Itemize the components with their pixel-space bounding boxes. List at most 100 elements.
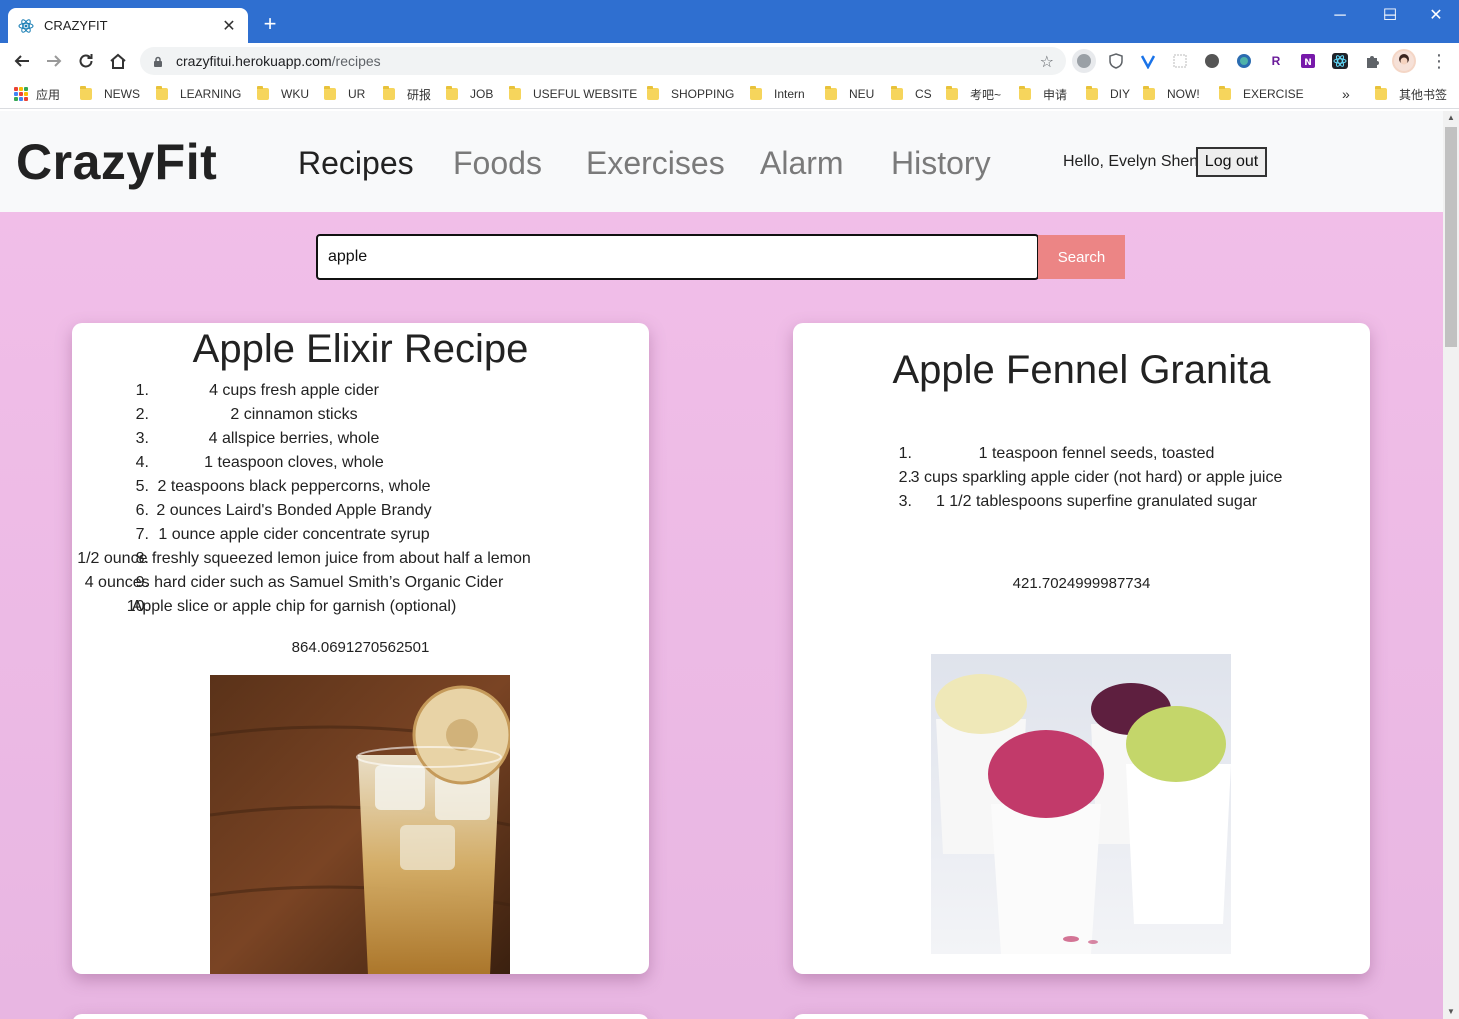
puzzle-icon[interactable] <box>1360 49 1384 73</box>
new-tab-button[interactable]: + <box>258 12 282 36</box>
bookmark-label: NOW! <box>1167 87 1200 101</box>
bookmark-folder[interactable]: SHOPPING <box>647 85 734 103</box>
bookmark-label: Intern <box>774 87 805 101</box>
browser-tab[interactable]: CRAZYFIT ✕ <box>8 8 248 43</box>
bookmarks-bar: 应用 NEWS LEARNING WKU UR 研报 JOB USEFUL WE… <box>0 79 1459 109</box>
nav-link-alarm[interactable]: Alarm <box>760 145 844 182</box>
address-bar[interactable]: crazyfitui.herokuapp.com/recipes ☆ <box>140 47 1066 75</box>
folder-icon <box>257 86 269 100</box>
nav-link-recipes[interactable]: Recipes <box>298 145 414 182</box>
recipe-title: Apple Fennel Granita <box>892 348 1271 392</box>
folder-icon <box>383 86 395 100</box>
bookmark-folder[interactable]: NEWS <box>80 85 140 103</box>
bookmark-folder[interactable]: 考吧~ <box>946 85 1001 103</box>
ingredient-text: 1 1/2 tablespoons superfine granulated s… <box>935 493 1258 510</box>
ingredient-item: 1. 4 cups fresh apple cider <box>72 379 649 403</box>
folder-icon <box>509 86 521 100</box>
extension-heart-icon[interactable] <box>1136 49 1160 73</box>
maximize-icon[interactable]: ☐ <box>1367 4 1413 28</box>
ingredient-item: 5. 2 teaspoons black peppercorns, whole <box>72 475 649 499</box>
nav-link-exercises[interactable]: Exercises <box>586 145 725 182</box>
scroll-up-arrow-icon[interactable]: ▲ <box>1443 111 1459 125</box>
page-scrollbar[interactable]: ▲ ▼ <box>1443 111 1459 1019</box>
react-devtools-icon[interactable] <box>1328 49 1352 73</box>
bookmark-label: 研报 <box>407 87 432 102</box>
minimize-icon[interactable]: ─ <box>1317 4 1363 28</box>
bookmark-folder[interactable]: 研报 <box>383 85 431 103</box>
bookmark-folder[interactable]: EXERCISE <box>1219 85 1304 103</box>
bookmark-label: CS <box>915 87 932 101</box>
recipe-search-input[interactable] <box>316 234 1039 280</box>
extension-sphere-icon[interactable] <box>1200 49 1224 73</box>
folder-icon <box>647 86 659 100</box>
forward-arrow-icon[interactable] <box>42 49 66 73</box>
ingredient-text: Apple slice or apple chip for garnish (o… <box>131 598 457 615</box>
scrollbar-thumb[interactable] <box>1445 127 1457 347</box>
bookmark-folder[interactable]: LEARNING <box>156 85 241 103</box>
nav-link-foods[interactable]: Foods <box>453 145 542 182</box>
bookmarks-overflow-chevron-icon[interactable]: » <box>1342 85 1350 103</box>
close-tab-icon[interactable]: ✕ <box>220 16 238 36</box>
bookmark-folder[interactable]: 申请 <box>1019 85 1067 103</box>
back-arrow-icon[interactable] <box>10 49 34 73</box>
bookmark-folder[interactable]: UR <box>324 85 365 103</box>
bookmark-label: USEFUL WEBSITE <box>533 87 638 101</box>
recipe-calories: 421.7024999987734 <box>1012 575 1151 592</box>
ingredient-text: 1 teaspoon fennel seeds, toasted <box>978 445 1215 462</box>
bookmark-star-icon[interactable]: ☆ <box>1040 52 1054 72</box>
ingredient-text: 4 cups fresh apple cider <box>209 382 379 399</box>
extension-world-icon[interactable] <box>1232 49 1256 73</box>
svg-text:N: N <box>1304 58 1312 68</box>
browser-toolbar: crazyfitui.herokuapp.com/recipes ☆ R N ⋮ <box>0 43 1459 79</box>
nav-link-history[interactable]: History <box>891 145 991 182</box>
reload-icon[interactable] <box>74 49 98 73</box>
profile-avatar[interactable] <box>1392 49 1416 73</box>
bookmark-folder[interactable]: CS <box>891 85 932 103</box>
extensions-bar: R N <box>1072 49 1416 73</box>
other-bookmarks[interactable]: 其他书签 <box>1375 85 1447 103</box>
bookmark-label: 应用 <box>36 87 61 102</box>
recipe-card[interactable] <box>793 1014 1370 1019</box>
home-icon[interactable] <box>106 49 130 73</box>
extension-globe-icon[interactable] <box>1072 49 1096 73</box>
extension-p-icon[interactable] <box>1168 49 1192 73</box>
bookmark-label: 申请 <box>1043 87 1068 102</box>
page-viewport: CrazyFit Recipes Foods Exercises Alarm H… <box>0 111 1443 1019</box>
bookmark-folder[interactable]: USEFUL WEBSITE <box>509 85 637 103</box>
browser-menu-icon[interactable]: ⋮ <box>1430 51 1448 71</box>
folder-icon <box>446 86 458 100</box>
bookmark-folder[interactable]: JOB <box>446 85 493 103</box>
ingredient-text: 4 allspice berries, whole <box>208 430 380 447</box>
recipe-card[interactable]: Apple Elixir Recipe 1. 4 cups fresh apple… <box>72 323 649 974</box>
scroll-down-arrow-icon[interactable]: ▼ <box>1443 1005 1459 1019</box>
recipe-card[interactable] <box>72 1014 649 1019</box>
bookmark-apps[interactable]: 应用 <box>14 85 60 103</box>
ingredient-item: 4. 1 teaspoon cloves, whole <box>72 451 649 475</box>
bookmark-folder[interactable]: NOW! <box>1143 85 1200 103</box>
ingredient-text: 2 teaspoons black peppercorns, whole <box>157 478 431 495</box>
bookmark-folder[interactable]: DIY <box>1086 85 1130 103</box>
bookmark-folder[interactable]: Intern <box>750 85 805 103</box>
tab-title: CRAZYFIT <box>44 18 108 33</box>
folder-icon <box>891 86 903 100</box>
onenote-icon[interactable]: N <box>1296 49 1320 73</box>
bookmark-folder[interactable]: NEU <box>825 85 874 103</box>
close-window-icon[interactable]: ✕ <box>1413 4 1459 28</box>
extension-shield-icon[interactable] <box>1104 49 1128 73</box>
ingredient-list: 1. 1 teaspoon fennel seeds, toasted 2. 3 c… <box>793 442 1370 514</box>
folder-icon <box>750 86 762 100</box>
bookmark-folder[interactable]: WKU <box>257 85 309 103</box>
folder-icon <box>825 86 837 100</box>
recipe-card[interactable]: Apple Fennel Granita 1. 1 teaspoon fennel… <box>793 323 1370 974</box>
react-icon <box>18 18 34 34</box>
bookmark-label: LEARNING <box>180 87 242 101</box>
recipe-photo-apple-elixir <box>210 675 510 974</box>
brand-logo[interactable]: CrazyFit <box>16 133 217 191</box>
extension-r-icon[interactable]: R <box>1264 49 1288 73</box>
recipe-calories: 864.0691270562501 <box>291 639 430 656</box>
folder-icon <box>156 86 168 100</box>
bookmark-label: WKU <box>281 87 309 101</box>
search-button[interactable]: Search <box>1038 235 1125 279</box>
folder-icon <box>1086 86 1098 100</box>
logout-button[interactable]: Log out <box>1196 147 1267 177</box>
